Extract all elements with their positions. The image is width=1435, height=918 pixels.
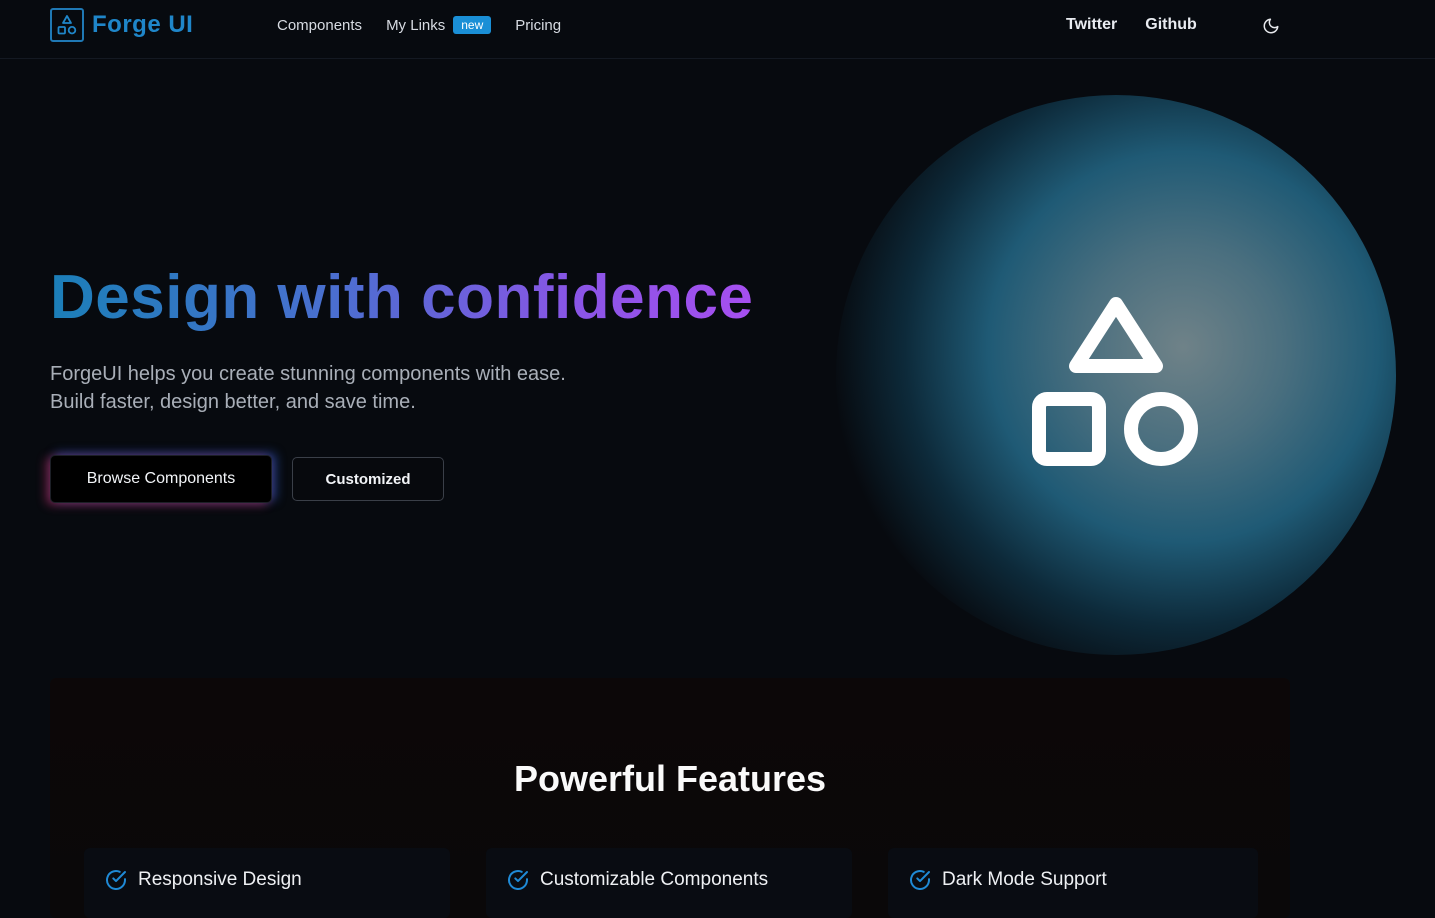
- nav-link-label: Pricing: [515, 16, 562, 34]
- new-badge: new: [453, 16, 492, 34]
- check-circle-icon: [104, 868, 128, 897]
- browse-components-button[interactable]: Browse Components: [50, 455, 272, 503]
- hero-subtitle: ForgeUI helps you create stunning compon…: [50, 360, 670, 416]
- features-title: Powerful Features: [513, 758, 827, 799]
- nav-link-components[interactable]: Components: [277, 17, 362, 34]
- feature-card-responsive: Responsive Design: [84, 848, 450, 918]
- check-circle-icon: [908, 868, 932, 897]
- brand-name: Forge UI: [92, 11, 194, 38]
- moon-icon[interactable]: [1262, 17, 1280, 35]
- twitter-link[interactable]: Twitter: [1066, 16, 1117, 34]
- nav-link-my-links[interactable]: My Links new: [386, 16, 492, 34]
- shapes-logo-icon: [50, 8, 84, 42]
- main-nav: Components My Links new Pricing: [277, 16, 561, 34]
- feature-card-dark-mode: Dark Mode Support: [888, 848, 1258, 918]
- hero-subtitle-line: ForgeUI helps you create stunning compon…: [50, 363, 566, 385]
- shapes-icon: [1030, 294, 1202, 468]
- features-section: Powerful Features Responsive Design Cust…: [50, 678, 1290, 918]
- check-circle-icon: [506, 868, 530, 897]
- nav-link-label: My Links: [386, 16, 446, 34]
- top-navbar: Forge UI Components My Links new Pricing…: [0, 0, 1435, 59]
- feature-card-customizable: Customizable Components: [486, 848, 852, 918]
- nav-link-pricing[interactable]: Pricing: [515, 17, 561, 34]
- github-link[interactable]: Github: [1145, 16, 1197, 34]
- hero-title: Design with confidence: [50, 263, 754, 332]
- feature-label: Dark Mode Support: [942, 869, 1107, 890]
- nav-link-label: Components: [277, 16, 363, 34]
- customized-button[interactable]: Customized: [292, 457, 444, 501]
- feature-label: Customizable Components: [540, 869, 769, 890]
- feature-label: Responsive Design: [138, 869, 302, 890]
- brand-logo[interactable]: Forge UI: [50, 8, 193, 42]
- external-links: Twitter Github: [1066, 16, 1225, 34]
- hero-subtitle-line: Build faster, design better, and save ti…: [50, 391, 416, 413]
